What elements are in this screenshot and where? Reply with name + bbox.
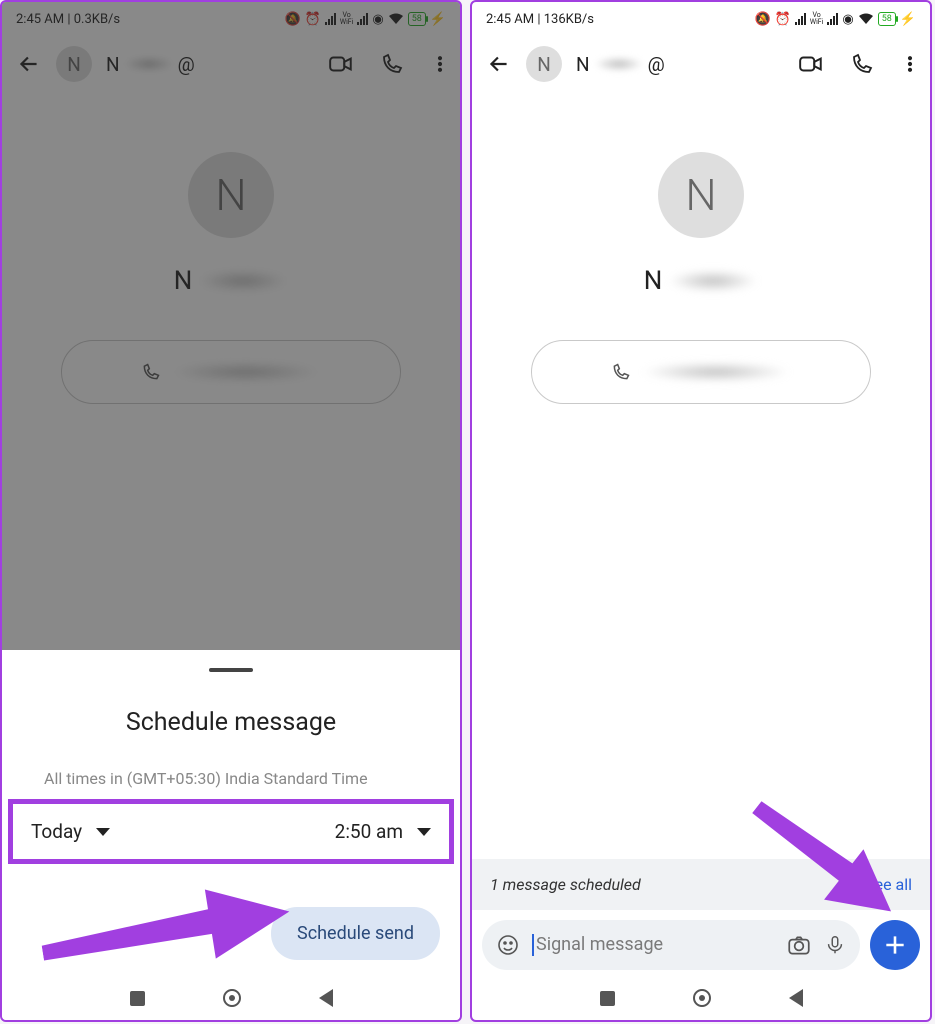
status-bar: 2:45 AM | 0.3KB/s 🔕 ⏰ VoWiFi ◉ 58 ⚡ (2, 2, 460, 36)
wifi-icon (858, 13, 874, 25)
message-input[interactable]: Signal message (482, 920, 860, 970)
sheet-handle[interactable] (209, 668, 253, 672)
phone-number-pill[interactable] (531, 340, 871, 404)
phone-icon (611, 362, 631, 382)
time-selector[interactable]: 2:50 am (335, 820, 431, 843)
recents-button[interactable] (130, 991, 145, 1006)
more-menu-button[interactable] (430, 54, 450, 74)
back-button[interactable] (16, 51, 42, 77)
avatar-large[interactable]: N (658, 152, 744, 238)
timezone-note: All times in (GMT+05:30) India Standard … (16, 767, 446, 791)
redacted-text (668, 270, 758, 292)
video-call-button[interactable] (328, 51, 354, 77)
silent-icon: 🔕 (754, 12, 770, 27)
signal-icon-2 (827, 13, 838, 25)
phone-number-pill[interactable] (61, 340, 401, 404)
redacted-phone (641, 362, 791, 382)
chevron-down-icon (417, 828, 431, 836)
contact-name: N (174, 266, 289, 296)
hotspot-icon: ◉ (372, 12, 383, 27)
status-icons: 🔕 ⏰ VoWiFi ◉ 58 ⚡ (754, 12, 916, 27)
add-attachment-button[interactable] (870, 920, 920, 970)
signal-icon (325, 13, 336, 25)
datetime-selector-row: Today 2:50 am (8, 799, 454, 864)
chevron-down-icon (96, 828, 110, 836)
scheduled-banner: 1 message scheduled See all (472, 859, 930, 910)
status-icons: 🔕 ⏰ VoWiFi ◉ 58 ⚡ (284, 12, 446, 27)
contact-info: N N (2, 92, 460, 404)
wifi-icon (388, 13, 404, 25)
day-selector[interactable]: Today (31, 820, 110, 843)
avatar-small[interactable]: N (56, 46, 92, 82)
redacted-text (124, 56, 174, 72)
vowifi-icon: VoWiFi (340, 12, 353, 26)
sheet-title: Schedule message (16, 708, 446, 737)
system-nav (472, 976, 930, 1020)
avatar-small[interactable]: N (526, 46, 562, 82)
contact-info: N N (472, 92, 930, 404)
screenshot-right: 2:45 AM | 136KB/s 🔕 ⏰ VoWiFi ◉ 58 ⚡ N N … (470, 0, 932, 1022)
redacted-text (198, 270, 288, 292)
system-nav (2, 976, 460, 1020)
back-button[interactable] (486, 51, 512, 77)
battery-icon: 58 (408, 12, 426, 26)
signal-icon (795, 13, 806, 25)
home-button[interactable] (693, 989, 711, 1007)
message-input-row: Signal message (482, 920, 920, 970)
home-button[interactable] (223, 989, 241, 1007)
silent-icon: 🔕 (284, 12, 300, 27)
signal-icon-2 (357, 13, 368, 25)
contact-name: N (644, 266, 759, 296)
camera-icon[interactable] (786, 932, 812, 958)
redacted-text (594, 56, 644, 72)
more-menu-button[interactable] (900, 54, 920, 74)
voice-call-button[interactable] (850, 52, 874, 76)
charging-icon: ⚡ (900, 12, 916, 27)
alarm-icon: ⏰ (305, 12, 321, 27)
header-contact-name[interactable]: N @ (106, 53, 195, 76)
scheduled-count-label: 1 message scheduled (490, 875, 641, 894)
chat-header: N N @ (472, 36, 930, 92)
avatar-large[interactable]: N (188, 152, 274, 238)
header-contact-name[interactable]: N @ (576, 53, 665, 76)
status-time: 2:45 AM | 0.3KB/s (16, 12, 120, 27)
redacted-phone (171, 362, 321, 382)
back-button-sys[interactable] (789, 989, 803, 1007)
phone-icon (141, 362, 161, 382)
mic-icon[interactable] (824, 934, 846, 956)
chat-header: N N @ (2, 36, 460, 92)
vowifi-icon: VoWiFi (810, 12, 823, 26)
status-bar: 2:45 AM | 136KB/s 🔕 ⏰ VoWiFi ◉ 58 ⚡ (472, 2, 930, 36)
schedule-send-button[interactable]: Schedule send (271, 907, 440, 960)
back-button-sys[interactable] (319, 989, 333, 1007)
screenshot-left: 2:45 AM | 0.3KB/s 🔕 ⏰ VoWiFi ◉ 58 ⚡ N N … (0, 0, 462, 1022)
video-call-button[interactable] (798, 51, 824, 77)
status-time: 2:45 AM | 136KB/s (486, 12, 594, 27)
alarm-icon: ⏰ (775, 12, 791, 27)
voice-call-button[interactable] (380, 52, 404, 76)
charging-icon: ⚡ (430, 12, 446, 27)
see-all-link[interactable]: See all (865, 875, 912, 894)
emoji-icon[interactable] (496, 933, 520, 957)
schedule-sheet: Schedule message All times in (GMT+05:30… (2, 650, 460, 1020)
recents-button[interactable] (600, 991, 615, 1006)
battery-icon: 58 (878, 12, 896, 26)
message-placeholder: Signal message (532, 934, 663, 956)
hotspot-icon: ◉ (842, 12, 853, 27)
